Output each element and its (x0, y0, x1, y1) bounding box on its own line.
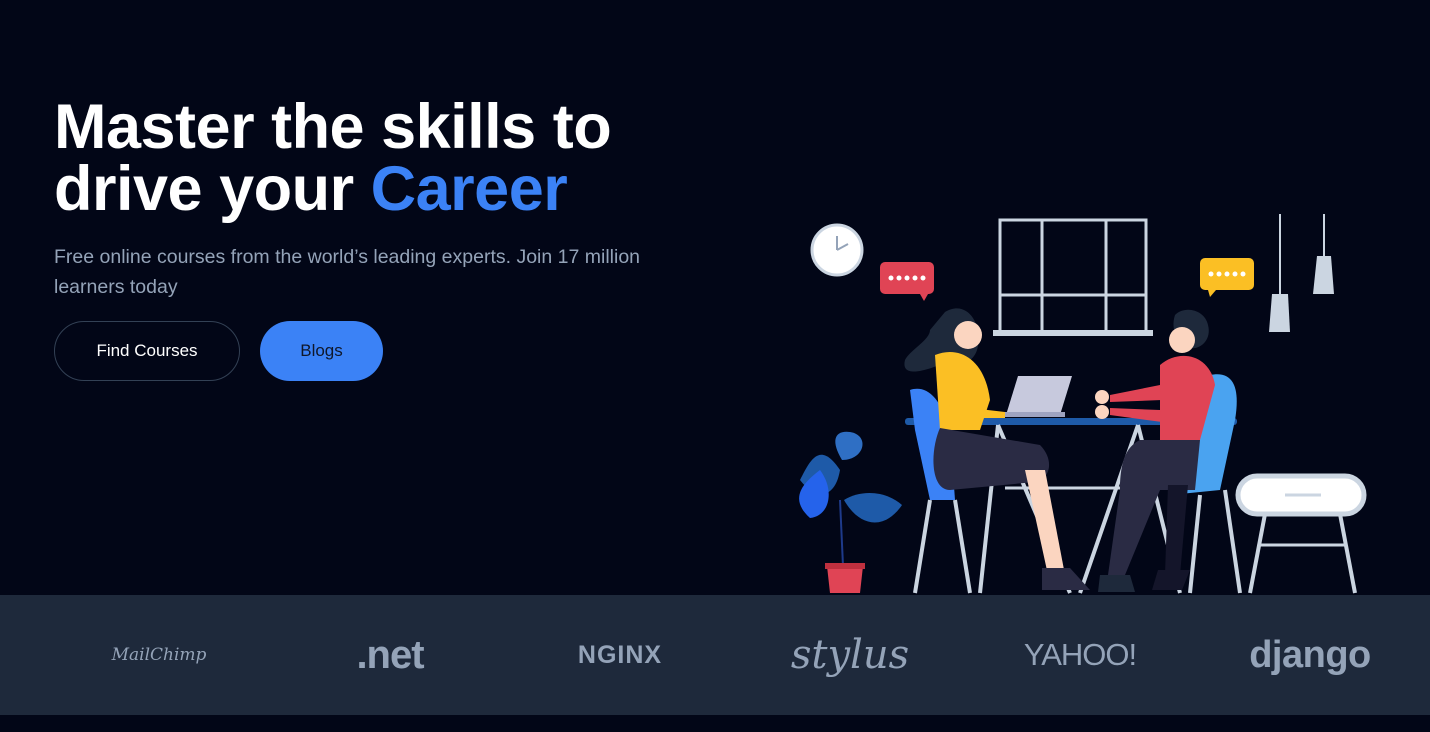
brand-logos-strip: MailChimp .net NGINX stylus YAHOO! djang… (0, 595, 1430, 715)
headline-line-2-prefix: drive your (54, 154, 371, 224)
pendant-lamp-icon (1269, 214, 1334, 332)
clock-icon (810, 223, 864, 277)
laptop-icon (985, 376, 1072, 417)
nginx-logo: NGINX (577, 640, 663, 669)
mailchimp-logo: MailChimp (111, 645, 207, 665)
hero-headline: Master the skills to drive your Career (54, 96, 612, 221)
side-table-graphic (1235, 473, 1367, 594)
stylus-logo: stylus (790, 632, 910, 678)
plant-icon (799, 431, 902, 593)
woman-figure (904, 308, 1090, 594)
headline-line-1: Master the skills to (54, 92, 612, 162)
yahoo-logo: YAHOO! (1023, 637, 1137, 672)
django-logo: django (1249, 633, 1371, 676)
hero-subtitle: Free online courses from the world’s lea… (54, 246, 641, 298)
blogs-button[interactable]: Blogs (260, 321, 383, 381)
speech-bubble-red-icon (880, 262, 934, 301)
hero-illustration (799, 214, 1367, 594)
window-graphic (993, 218, 1153, 336)
find-courses-button[interactable]: Find Courses (54, 321, 240, 381)
hero-section: Master the skills to drive your Career F… (0, 0, 1430, 595)
page-bottom-edge (0, 715, 1430, 732)
speech-bubble-yellow-icon (1200, 258, 1254, 297)
headline-accent: Career (370, 154, 568, 224)
man-figure (1095, 309, 1242, 594)
dotnet-logo: .net (356, 632, 424, 677)
